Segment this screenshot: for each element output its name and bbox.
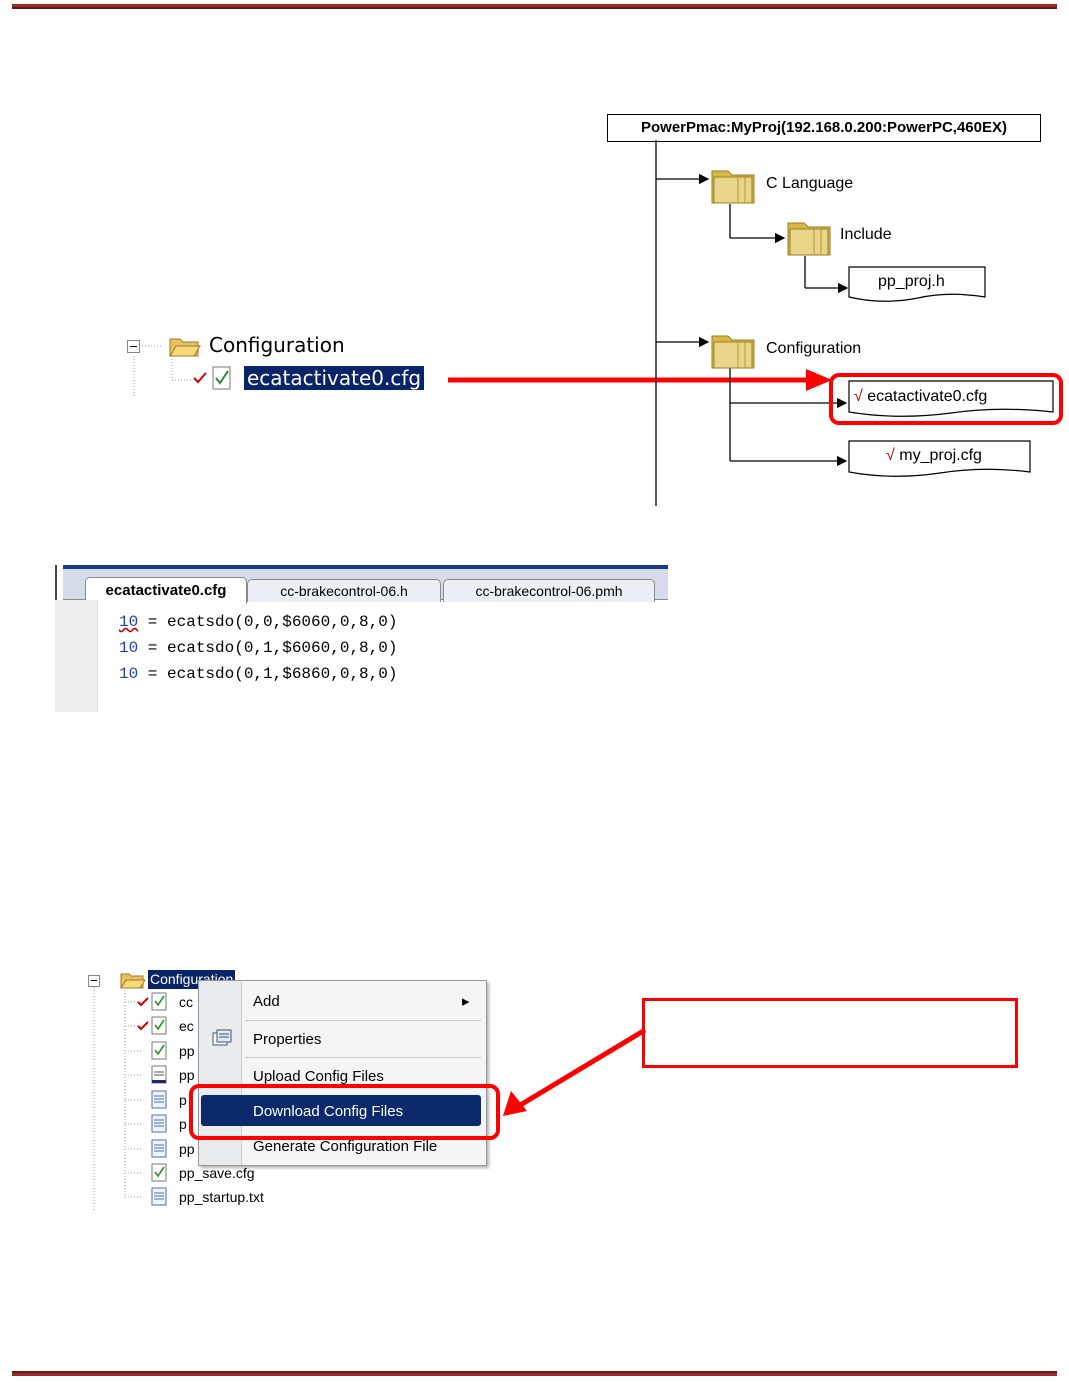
text-file-icon: [151, 1114, 167, 1133]
expand-minus-icon[interactable]: [88, 975, 100, 987]
folder-icon: [711, 170, 755, 204]
text-file-icon: [151, 1139, 167, 1158]
config-file-icon: [151, 1041, 167, 1060]
diagram-doc-pp-proj-h: pp_proj.h: [878, 273, 945, 290]
highlight-box: [829, 373, 1063, 425]
config-file-icon: [151, 1163, 167, 1182]
tree-snippet-top: Configuration ecatactivate0.cfg: [120, 330, 440, 400]
menu-separator: [245, 1020, 481, 1021]
diagram-folder-c-language: C Language: [766, 175, 854, 192]
config-file-icon: [212, 366, 231, 390]
menu-item-properties[interactable]: Properties: [253, 1031, 321, 1048]
code-number: 10: [119, 613, 139, 631]
red-check-icon: [137, 997, 149, 1007]
tree-folder-configuration[interactable]: Configuration: [209, 333, 345, 357]
code-text: = ecatsdo(0,1,$6060,0,8,0): [138, 639, 398, 657]
tree-item[interactable]: p: [179, 1092, 187, 1108]
code-number: 10: [119, 665, 139, 683]
expand-minus-icon[interactable]: [127, 340, 140, 353]
open-folder-icon: [120, 973, 146, 989]
menu-item-generate-configuration-file[interactable]: Generate Configuration File: [253, 1138, 437, 1155]
code-line[interactable]: 10 = ecatsdo(0,1,$6060,0,8,0): [119, 639, 397, 657]
code-text: = ecatsdo(0,0,$6060,0,8,0): [138, 613, 398, 631]
editor-tab-strip: ecatactivate0.cfg cc-brakecontrol-06.h c…: [63, 569, 668, 604]
tree-item[interactable]: pp: [179, 1067, 195, 1083]
tree-item[interactable]: ec: [179, 1018, 194, 1034]
footer-rule: [12, 1371, 1057, 1376]
config-file-icon: [151, 1016, 167, 1035]
open-folder-icon: [169, 338, 201, 357]
editor-gutter: [55, 600, 98, 712]
callout-box: [642, 998, 1018, 1068]
menu-separator: [245, 1057, 481, 1058]
tree-item-pp-save[interactable]: pp_save.cfg: [179, 1165, 255, 1181]
diagram-folder-configuration: Configuration: [766, 340, 862, 357]
code-line[interactable]: 10 = ecatsdo(0,1,$6860,0,8,0): [119, 665, 397, 683]
folder-icon: [711, 335, 755, 369]
doc-label: my_proj.cfg: [899, 447, 982, 464]
highlight-box: [189, 1084, 500, 1140]
red-check-icon: [193, 372, 207, 384]
diagram-doc-my-proj-cfg: √ my_proj.cfg: [886, 447, 982, 465]
menu-item-add[interactable]: Add: [253, 993, 280, 1010]
submenu-arrow-icon: ▸: [462, 992, 470, 1010]
tree-item[interactable]: pp: [179, 1141, 195, 1157]
red-arrow-connector: [503, 1027, 647, 1116]
code-number: 10: [119, 639, 139, 657]
text-file-icon: [151, 1090, 167, 1109]
header-rule: [12, 4, 1057, 9]
red-check-icon: [137, 1021, 149, 1031]
tree-item[interactable]: cc: [179, 994, 193, 1010]
tree-item-pp-startup[interactable]: pp_startup.txt: [179, 1189, 264, 1205]
menu-item-upload-config-files[interactable]: Upload Config Files: [253, 1068, 384, 1085]
script-file-icon: [151, 1065, 167, 1084]
code-line[interactable]: 10 = ecatsdo(0,0,$6060,0,8,0): [119, 613, 397, 631]
text-file-icon: [151, 1187, 167, 1206]
folder-icon: [787, 222, 831, 256]
tree-file-ecatactivate0[interactable]: ecatactivate0.cfg: [244, 366, 425, 390]
diagram-folder-include: Include: [840, 226, 892, 243]
tree-item[interactable]: p: [179, 1116, 187, 1132]
properties-icon: [212, 1029, 232, 1046]
tab-cc-brakecontrol-06-pmh[interactable]: cc-brakecontrol-06.pmh: [443, 579, 655, 602]
check-mark-icon: √: [886, 447, 895, 464]
tab-ecatactivate0-cfg[interactable]: ecatactivate0.cfg: [85, 577, 247, 604]
tab-cc-brakecontrol-06-h[interactable]: cc-brakecontrol-06.h: [247, 579, 441, 602]
tree-item[interactable]: pp: [179, 1043, 195, 1059]
config-file-icon: [151, 992, 167, 1011]
code-text: = ecatsdo(0,1,$6860,0,8,0): [138, 665, 398, 683]
code-editor: ecatactivate0.cfg cc-brakecontrol-06.h c…: [55, 565, 668, 712]
